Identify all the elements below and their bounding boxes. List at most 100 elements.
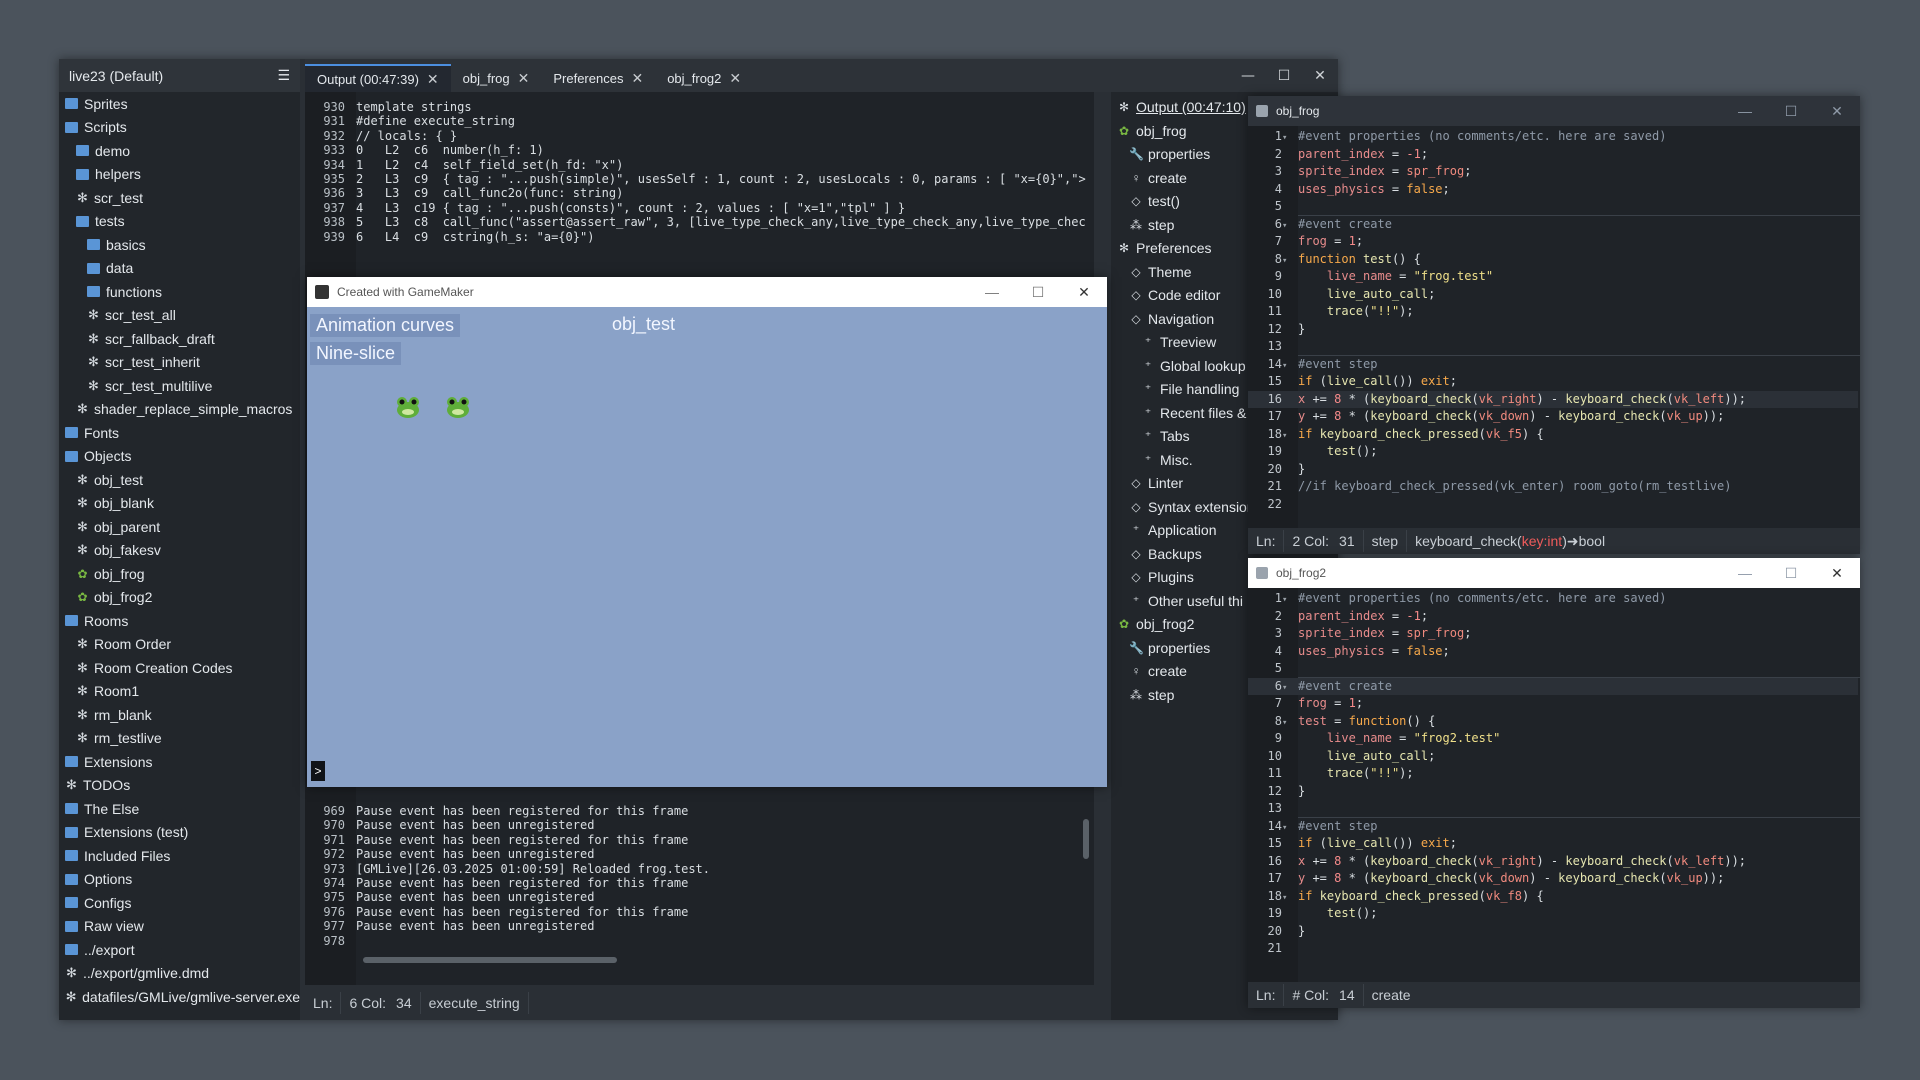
close-icon[interactable]: ✕ [427,71,439,88]
tree-item[interactable]: ✻ scr_test_inherit [59,351,300,375]
outline-item[interactable]: ✻ Preferences [1117,237,1212,259]
frog2-minimize-button[interactable]: — [1722,565,1768,581]
outline-item[interactable]: ⁺ File handling [1141,378,1240,400]
tree-item[interactable]: Objects [59,445,300,469]
vertical-scrollbar[interactable] [1083,819,1089,859]
console-prompt[interactable]: > [311,761,325,781]
tree-item[interactable]: Scripts [59,116,300,140]
outline-item[interactable]: ◇ Plugins [1129,566,1194,588]
outline-item[interactable]: ✿ obj_frog [1117,120,1187,142]
tree-item[interactable]: ✿ obj_frog [59,562,300,586]
maximize-button[interactable]: ☐ [1266,59,1302,92]
obj-frog2-window[interactable]: obj_frog2 — ☐ ✕ 1▾ #event properties (no … [1248,558,1860,1008]
game-close-button[interactable]: ✕ [1061,284,1107,301]
game-minimize-button[interactable]: — [969,284,1015,300]
outline-item[interactable]: ⁺ Global lookup [1141,355,1246,377]
tree-item[interactable]: Rooms [59,609,300,633]
project-title: live23 (Default) [69,67,164,84]
tree-item[interactable]: Options [59,868,300,892]
outline-item[interactable]: ⁺ Recent files & s [1141,402,1257,424]
tree-item-label: data [106,260,134,277]
animation-curves-button[interactable]: Animation curves [310,314,461,337]
tree-item[interactable]: basics [59,233,300,257]
outline-item[interactable]: ◇ Linter [1129,472,1183,494]
outline-item[interactable]: ✻ Output (00:47:10) [1117,96,1246,118]
tree-item[interactable]: Extensions [59,750,300,774]
tree-item[interactable]: Fonts [59,421,300,445]
tree-item[interactable]: helpers [59,163,300,187]
tree-item[interactable]: ✻ rm_testlive [59,727,300,751]
obj-frog2-status: Ln: # Col: 14 create [1248,982,1860,1008]
nine-slice-button[interactable]: Nine-slice [310,342,402,365]
tab[interactable]: obj_frog ✕ [451,64,542,92]
tab[interactable]: obj_frog2 ✕ [655,64,753,92]
outline-item[interactable]: ◇ Code editor [1129,284,1220,306]
tree-item[interactable]: Included Files [59,844,300,868]
outline-item[interactable]: ⁺ Tabs [1141,425,1190,447]
tree-item[interactable]: ../export [59,938,300,962]
horizontal-scrollbar[interactable] [363,957,617,963]
frog-maximize-button[interactable]: ☐ [1768,103,1814,120]
frog2-close-button[interactable]: ✕ [1814,565,1860,582]
tree-item[interactable]: ✿ obj_frog2 [59,586,300,610]
tree-item[interactable]: ✻ Room1 [59,680,300,704]
outline-item[interactable]: ⁂ step [1129,214,1174,236]
tree-item[interactable]: Configs [59,891,300,915]
outline-item[interactable]: ⁺ Other useful thi [1129,590,1243,612]
tree-item[interactable]: ✻ ../export/gmlive.dmd [59,962,300,986]
outline-item[interactable]: ◇ Navigation [1129,308,1214,330]
tree-item[interactable]: ✻ shader_replace_simple_macros [59,398,300,422]
tree-item[interactable]: ✻ obj_test [59,468,300,492]
outline-item[interactable]: ◇ test() [1129,190,1180,212]
outline-item[interactable]: ✿ obj_frog2 [1117,613,1194,635]
tree-item[interactable]: tests [59,210,300,234]
tree-item[interactable]: The Else [59,797,300,821]
outline-item[interactable]: ⁺ Treeview [1141,331,1216,353]
tab[interactable]: Preferences ✕ [541,64,655,92]
frog2-maximize-button[interactable]: ☐ [1768,565,1814,582]
tree-item[interactable]: ✻ datafiles/GMLive/gmlive-server.exe [59,985,300,1009]
tree-item[interactable]: Sprites [59,92,300,116]
outline-item[interactable]: ◇ Backups [1129,543,1201,565]
tree-item[interactable]: ✻ obj_fakesv [59,539,300,563]
outline-item[interactable]: 🔧 properties [1129,143,1210,165]
close-icon[interactable]: ✕ [631,70,643,87]
frog-minimize-button[interactable]: — [1722,103,1768,119]
tree-item[interactable]: data [59,257,300,281]
outline-item[interactable]: ◇ Syntax extension [1129,496,1254,518]
tree-item[interactable]: ✻ Room Creation Codes [59,656,300,680]
tree-item[interactable]: ✻ Room Order [59,633,300,657]
code-line: 3 sprite_index = spr_frog; [1248,625,1858,643]
obj-frog-window[interactable]: obj_frog — ☐ ✕ 1▾ #event properties (no c… [1248,96,1860,554]
outline-item[interactable]: ♀ create [1129,660,1187,682]
close-icon[interactable]: ✕ [729,70,741,87]
tree-item[interactable]: ✻ scr_test_multilive [59,374,300,398]
outline-item[interactable]: ⁂ step [1129,684,1174,706]
tree-item[interactable]: functions [59,280,300,304]
tree-item[interactable]: Raw view [59,915,300,939]
minimize-button[interactable]: — [1230,59,1266,92]
close-button[interactable]: ✕ [1302,59,1338,92]
tree-item[interactable]: ✻ rm_blank [59,703,300,727]
game-window[interactable]: Created with GameMaker — ☐ ✕ Animation c… [307,277,1107,787]
close-icon[interactable]: ✕ [518,70,530,87]
outline-item[interactable]: ◇ Theme [1129,261,1191,283]
tree-item[interactable]: ✻ obj_blank [59,492,300,516]
outline-item[interactable]: 🔧 properties [1129,637,1210,659]
outline-item[interactable]: ⁺ Misc. [1141,449,1193,471]
tab[interactable]: Output (00:47:39) ✕ [305,64,451,92]
tree-item[interactable]: ✻ TODOs [59,774,300,798]
tree-item[interactable]: ✻ scr_fallback_draft [59,327,300,351]
hamburger-icon[interactable]: ☰ [277,67,290,84]
tree-item[interactable]: demo [59,139,300,163]
game-maximize-button[interactable]: ☐ [1015,284,1061,301]
tree-item[interactable]: ✻ scr_test_all [59,304,300,328]
outline-item[interactable]: ♀ create [1129,167,1187,189]
obj-frog2-code[interactable]: 1▾ #event properties (no comments/etc. he… [1248,588,1860,982]
tree-item[interactable]: ✻ scr_test [59,186,300,210]
tree-item[interactable]: ✻ obj_parent [59,515,300,539]
outline-item[interactable]: ⁺ Application [1129,519,1217,541]
obj-frog-code[interactable]: 1▾ #event properties (no comments/etc. he… [1248,126,1860,528]
tree-item[interactable]: Extensions (test) [59,821,300,845]
frog-close-button[interactable]: ✕ [1814,103,1860,120]
